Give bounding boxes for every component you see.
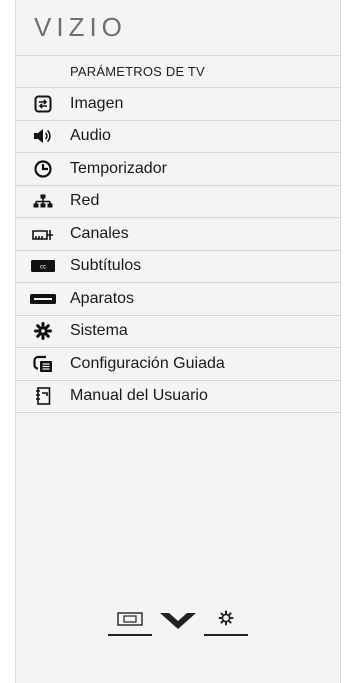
guided-setup-icon (16, 355, 70, 373)
menu-item-label: Red (70, 192, 100, 210)
menu-item-subtitulos[interactable]: cc Subtítulos (16, 251, 340, 283)
menu-item-label: Configuración Guiada (70, 354, 225, 372)
menu-item-red[interactable]: Red (16, 186, 340, 218)
antenna-icon (16, 227, 70, 241)
menu-item-audio[interactable]: Audio (16, 121, 340, 153)
picture-icon (16, 95, 70, 113)
menu-item-label: Canales (70, 224, 129, 242)
menu-item-label: Sistema (70, 322, 128, 340)
gear-icon (16, 322, 70, 341)
chevron-down-icon (158, 611, 198, 636)
menu-item-label: Audio (70, 127, 111, 145)
menu-item-label: Imagen (70, 94, 124, 112)
manual-icon (16, 387, 70, 406)
input-icon (116, 612, 144, 631)
network-icon (16, 194, 70, 208)
settings-icon (218, 610, 234, 631)
menu-item-manual-del-usuario[interactable]: Manual del Usuario (16, 381, 340, 413)
settings-button[interactable] (204, 610, 248, 636)
menu-item-label: Manual del Usuario (70, 387, 208, 405)
menu-item-label: Aparatos (70, 289, 135, 307)
menu-header: PARÁMETROS DE TV (16, 56, 340, 88)
menu-item-imagen[interactable]: Imagen (16, 88, 340, 121)
timer-icon (16, 160, 70, 178)
menu-item-aparatos[interactable]: Aparatos (16, 283, 340, 316)
menu-item-canales[interactable]: Canales (16, 218, 340, 251)
menu-item-sistema[interactable]: Sistema (16, 316, 340, 348)
close-menu-button[interactable] (158, 611, 198, 636)
svg-text:cc: cc (40, 265, 46, 271)
cc-icon: cc (16, 260, 70, 273)
devices-icon (16, 293, 70, 304)
settings-panel: VIZIO PARÁMETROS DE TV Imagen Audio Temp… (15, 0, 341, 683)
bottom-navigation (16, 610, 340, 636)
input-button[interactable] (108, 612, 152, 636)
vizio-logo: VIZIO (16, 0, 340, 56)
menu-item-label: Subtítulos (70, 257, 142, 275)
menu-item-configuracion-guiada[interactable]: Configuración Guiada (16, 348, 340, 381)
menu-item-label: Temporizador (70, 159, 167, 177)
speaker-icon (16, 128, 70, 144)
menu-item-temporizador[interactable]: Temporizador (16, 153, 340, 186)
